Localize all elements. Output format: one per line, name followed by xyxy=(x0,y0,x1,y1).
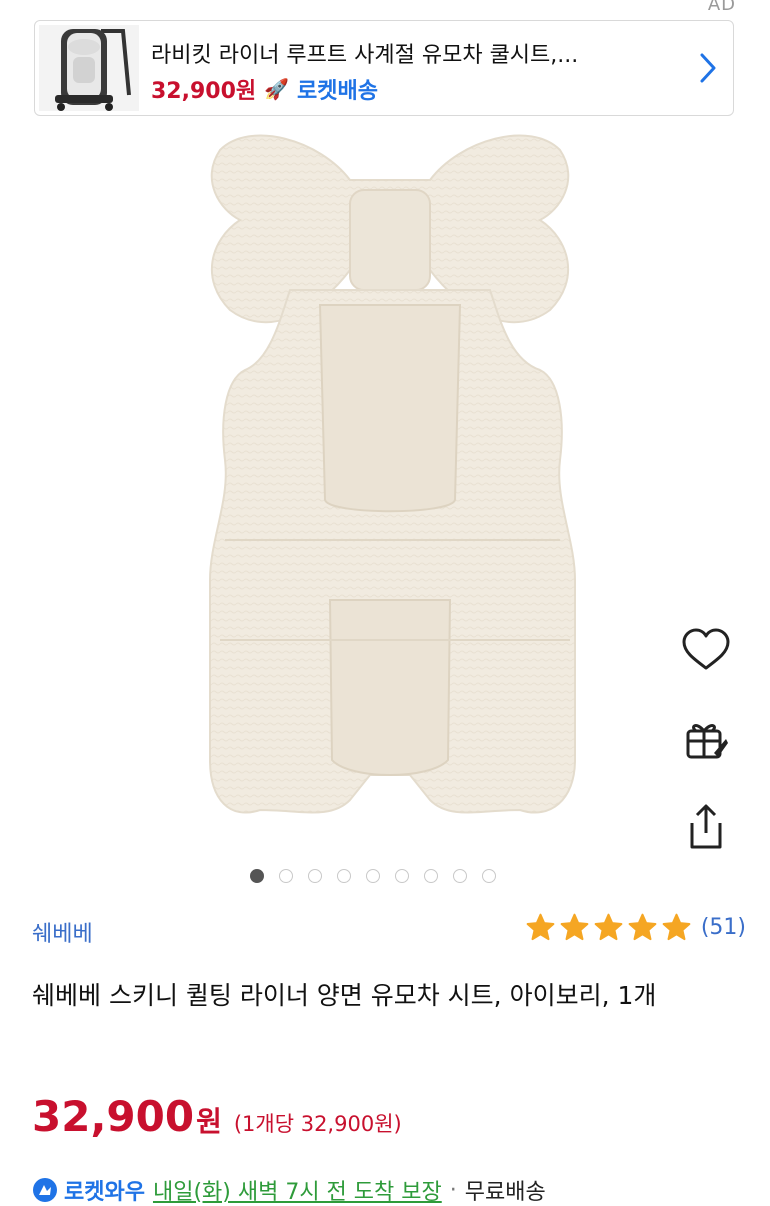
rocket-delivery-label: 로켓배송 xyxy=(297,79,379,104)
rocket-icon: 🚀 xyxy=(264,77,290,101)
carousel-dot[interactable] xyxy=(395,869,409,883)
product-main-image[interactable] xyxy=(180,120,600,880)
price-row: 32,900 원 (1개당 32,900원) xyxy=(32,1092,402,1141)
brand-link[interactable]: 쉐베베 xyxy=(32,916,93,948)
carousel-dot[interactable] xyxy=(453,869,467,883)
ad-product-title[interactable]: 라비킷 라이너 루프트 사계절 유모차 쿨시트,... xyxy=(151,37,578,69)
review-count[interactable]: (51) xyxy=(701,915,746,940)
unit-price: (1개당 32,900원) xyxy=(233,1112,402,1136)
carousel-dot[interactable] xyxy=(424,869,438,883)
sponsored-product-card[interactable]: 라비킷 라이너 루프트 사계절 유모차 쿨시트,... 32,900원 🚀 로켓… xyxy=(34,20,734,116)
product-title: 쉐베베 스키니 퀼팅 라이너 양면 유모차 시트, 아이보리, 1개 xyxy=(32,981,657,1010)
ad-price: 32,900원 xyxy=(151,79,257,104)
carousel-dot[interactable] xyxy=(366,869,380,883)
chevron-right-icon[interactable] xyxy=(697,51,719,85)
star-icon xyxy=(662,913,691,941)
share-icon[interactable] xyxy=(680,801,732,853)
delivery-date[interactable]: 내일(화) 새벽 7시 전 도착 보장 xyxy=(153,1174,442,1206)
star-icon xyxy=(594,913,623,941)
ad-price-row: 32,900원 🚀 로켓배송 xyxy=(151,73,378,105)
delivery-info: 로켓와우 내일(화) 새벽 7시 전 도착 보장 · 무료배송 xyxy=(32,1174,546,1206)
carousel-dot[interactable] xyxy=(279,869,293,883)
carousel-dot[interactable] xyxy=(337,869,351,883)
carousel-dot[interactable] xyxy=(308,869,322,883)
sale-price: 32,900 xyxy=(32,1092,195,1141)
image-carousel-indicator xyxy=(250,869,496,883)
free-shipping-label: 무료배송 xyxy=(464,1180,546,1205)
stroller-seat-thumbnail xyxy=(39,25,139,111)
seat-liner-body xyxy=(209,289,576,814)
gift-rocket-icon[interactable] xyxy=(680,713,732,765)
star-icon xyxy=(526,913,555,941)
heart-icon[interactable] xyxy=(680,625,732,677)
star-icon xyxy=(628,913,657,941)
star-icon xyxy=(560,913,589,941)
carousel-dot[interactable] xyxy=(482,869,496,883)
rocket-wow-icon xyxy=(33,1178,57,1202)
rocket-wow-label: 로켓와우 xyxy=(64,1180,145,1205)
rating-stars[interactable]: (51) xyxy=(525,912,746,943)
carousel-dot[interactable] xyxy=(250,869,264,883)
price-currency: 원 xyxy=(196,1105,222,1138)
separator: · xyxy=(449,1177,457,1203)
ad-label: AD xyxy=(707,0,736,15)
